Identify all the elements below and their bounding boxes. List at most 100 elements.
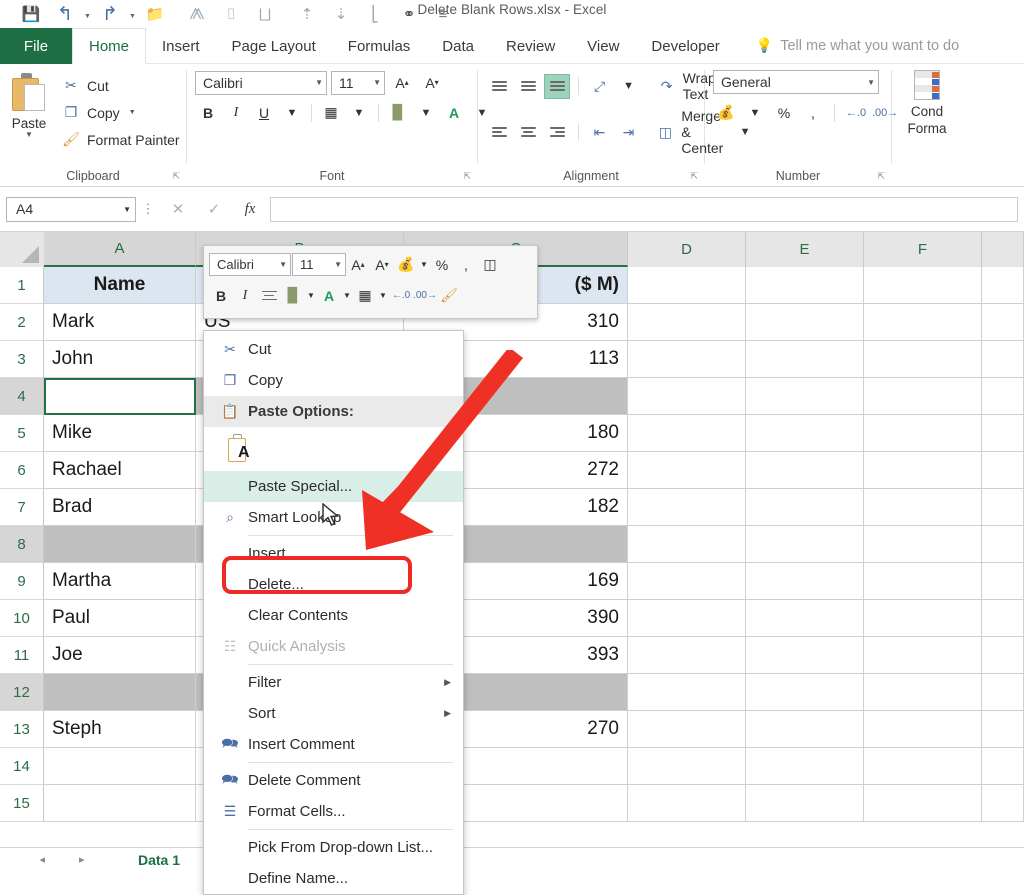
tab-view[interactable]: View <box>571 28 635 64</box>
cell-E8[interactable] <box>746 526 864 563</box>
cell-G6[interactable] <box>982 452 1024 489</box>
mini-font-color-icon[interactable]: A <box>317 283 341 309</box>
menu-item-pick-from-drop-down-list[interactable]: Pick From Drop-down List... <box>204 832 463 863</box>
sheet-prev-icon[interactable]: ◂ <box>39 853 45 866</box>
customize-qat-icon[interactable]: ≡ <box>426 2 460 26</box>
paste-dropdown-icon[interactable]: ▼ <box>25 131 33 139</box>
column-header-e[interactable]: E <box>746 232 864 267</box>
mini-format-painter-icon[interactable]: 🖌 <box>437 283 461 309</box>
align-left-icon[interactable]: ⨇ <box>180 2 214 26</box>
row-header-8[interactable]: 8 <box>0 526 44 563</box>
cell-F7[interactable] <box>864 489 982 526</box>
undo-icon[interactable]: ↰ <box>48 2 82 26</box>
cancel-formula-icon[interactable]: ✕ <box>160 200 196 218</box>
cell-G9[interactable] <box>982 563 1024 600</box>
tab-home[interactable]: Home <box>72 28 146 64</box>
cell-F5[interactable] <box>864 415 982 452</box>
cell-A8[interactable] <box>44 526 196 563</box>
row-header-9[interactable]: 9 <box>0 563 44 600</box>
align-right-icon[interactable] <box>544 120 570 145</box>
menu-item-smart-lookup[interactable]: ⌕Smart Lookup <box>204 502 463 533</box>
row-header-5[interactable]: 5 <box>0 415 44 452</box>
cell-E9[interactable] <box>746 563 864 600</box>
italic-button[interactable]: I <box>223 100 249 125</box>
table-row[interactable]: 15 <box>0 785 1024 822</box>
sort-ascending-icon[interactable]: ⇡ <box>290 2 324 26</box>
row-header-4[interactable]: 4 <box>0 378 44 415</box>
undo-dropdown-icon[interactable]: ▼ <box>82 2 93 26</box>
menu-item-delete[interactable]: Delete... <box>204 569 463 600</box>
cell-D2[interactable] <box>628 304 746 341</box>
cell-G7[interactable] <box>982 489 1024 526</box>
chart-icon[interactable]: ⎣ <box>358 2 392 26</box>
cell-F2[interactable] <box>864 304 982 341</box>
cell-F10[interactable] <box>864 600 982 637</box>
chevron-down-icon[interactable]: ▼ <box>861 78 875 87</box>
underline-dropdown-icon[interactable]: ▼ <box>279 100 305 125</box>
tab-formulas[interactable]: Formulas <box>332 28 427 64</box>
fill-color-icon[interactable]: ▉ <box>385 100 411 125</box>
cell-E2[interactable] <box>746 304 864 341</box>
borders-dropdown-icon[interactable]: ▼ <box>346 100 372 125</box>
wrap-text-icon[interactable]: ↷ <box>654 74 680 99</box>
cell-G15[interactable] <box>982 785 1024 822</box>
column-header-g[interactable] <box>982 232 1024 267</box>
tab-data[interactable]: Data <box>426 28 490 64</box>
row-header-6[interactable]: 6 <box>0 452 44 489</box>
quick-access-toolbar[interactable]: 💾 ↰ ▼ ↱ ▼ 📁 ⨇ ⌷ ⨆ ⇡ ⇣ ⎣ ⚭ ≡ <box>0 0 1024 28</box>
tab-page-layout[interactable]: Page Layout <box>216 28 332 64</box>
cell-G1[interactable] <box>982 267 1024 304</box>
chevron-down-icon[interactable]: ▼ <box>309 78 323 87</box>
mini-floating-toolbar[interactable]: Calibri ▼ 11 ▼ A▴ A▾ 💰 ▼ % , ◫ B I ▉ ▼ A… <box>203 245 538 319</box>
copy-button[interactable]: ❐ Copy ▼ <box>58 100 184 125</box>
chevron-down-icon[interactable]: ▼ <box>123 205 131 214</box>
mini-align-center-icon[interactable] <box>257 283 281 309</box>
cell-D12[interactable] <box>628 674 746 711</box>
percent-style-button[interactable]: % <box>771 100 797 125</box>
row-header-2[interactable]: 2 <box>0 304 44 341</box>
bold-button[interactable]: B <box>195 100 221 125</box>
column-header-d[interactable]: D <box>628 232 746 267</box>
cell-D5[interactable] <box>628 415 746 452</box>
cell-F11[interactable] <box>864 637 982 674</box>
cell-E5[interactable] <box>746 415 864 452</box>
ribbon-tabstrip[interactable]: File Home Insert Page Layout Formulas Da… <box>0 28 1024 64</box>
sheet-next-icon[interactable]: ▸ <box>79 853 85 866</box>
cell-G4[interactable] <box>982 378 1024 415</box>
cell-F13[interactable] <box>864 711 982 748</box>
cell-E3[interactable] <box>746 341 864 378</box>
font-color-icon[interactable]: A <box>441 100 467 125</box>
cell-F14[interactable] <box>864 748 982 785</box>
cell-A11[interactable]: Joe <box>44 637 196 674</box>
cell-A5[interactable]: Mike <box>44 415 196 452</box>
save-icon[interactable]: 💾 <box>14 2 48 26</box>
row-header-15[interactable]: 15 <box>0 785 44 822</box>
increase-decimal-icon[interactable]: ←.0 <box>843 100 869 125</box>
mini-increase-decimal-icon[interactable]: ←.0 <box>389 283 413 309</box>
table-row[interactable]: 13Steph270 <box>0 711 1024 748</box>
increase-indent-icon[interactable]: ⇥ <box>615 120 641 145</box>
align-left-icon[interactable] <box>486 120 512 145</box>
cell-A9[interactable]: Martha <box>44 563 196 600</box>
sort-descending-icon[interactable]: ⇣ <box>324 2 358 26</box>
cell-G13[interactable] <box>982 711 1024 748</box>
align-bottom-icon[interactable] <box>544 74 570 99</box>
tab-developer[interactable]: Developer <box>635 28 735 64</box>
cell-A14[interactable] <box>44 748 196 785</box>
mini-font-color-dropdown-icon[interactable]: ▼ <box>341 283 353 309</box>
menu-item-format-cells[interactable]: ☰Format Cells... <box>204 796 463 827</box>
cell-D7[interactable] <box>628 489 746 526</box>
menu-item-insert-comment[interactable]: 🗪Insert Comment <box>204 729 463 760</box>
cell-F9[interactable] <box>864 563 982 600</box>
cell-A12[interactable] <box>44 674 196 711</box>
align-middle-icon[interactable] <box>515 74 541 99</box>
cell-D9[interactable] <box>628 563 746 600</box>
mini-font-size-select[interactable]: 11 ▼ <box>292 253 346 276</box>
redo-icon[interactable]: ↱ <box>93 2 127 26</box>
row-header-11[interactable]: 11 <box>0 637 44 674</box>
cell-E10[interactable] <box>746 600 864 637</box>
cell-D1[interactable] <box>628 267 746 304</box>
cell-G2[interactable] <box>982 304 1024 341</box>
cell-D15[interactable] <box>628 785 746 822</box>
decrease-indent-icon[interactable]: ⇤ <box>586 120 612 145</box>
